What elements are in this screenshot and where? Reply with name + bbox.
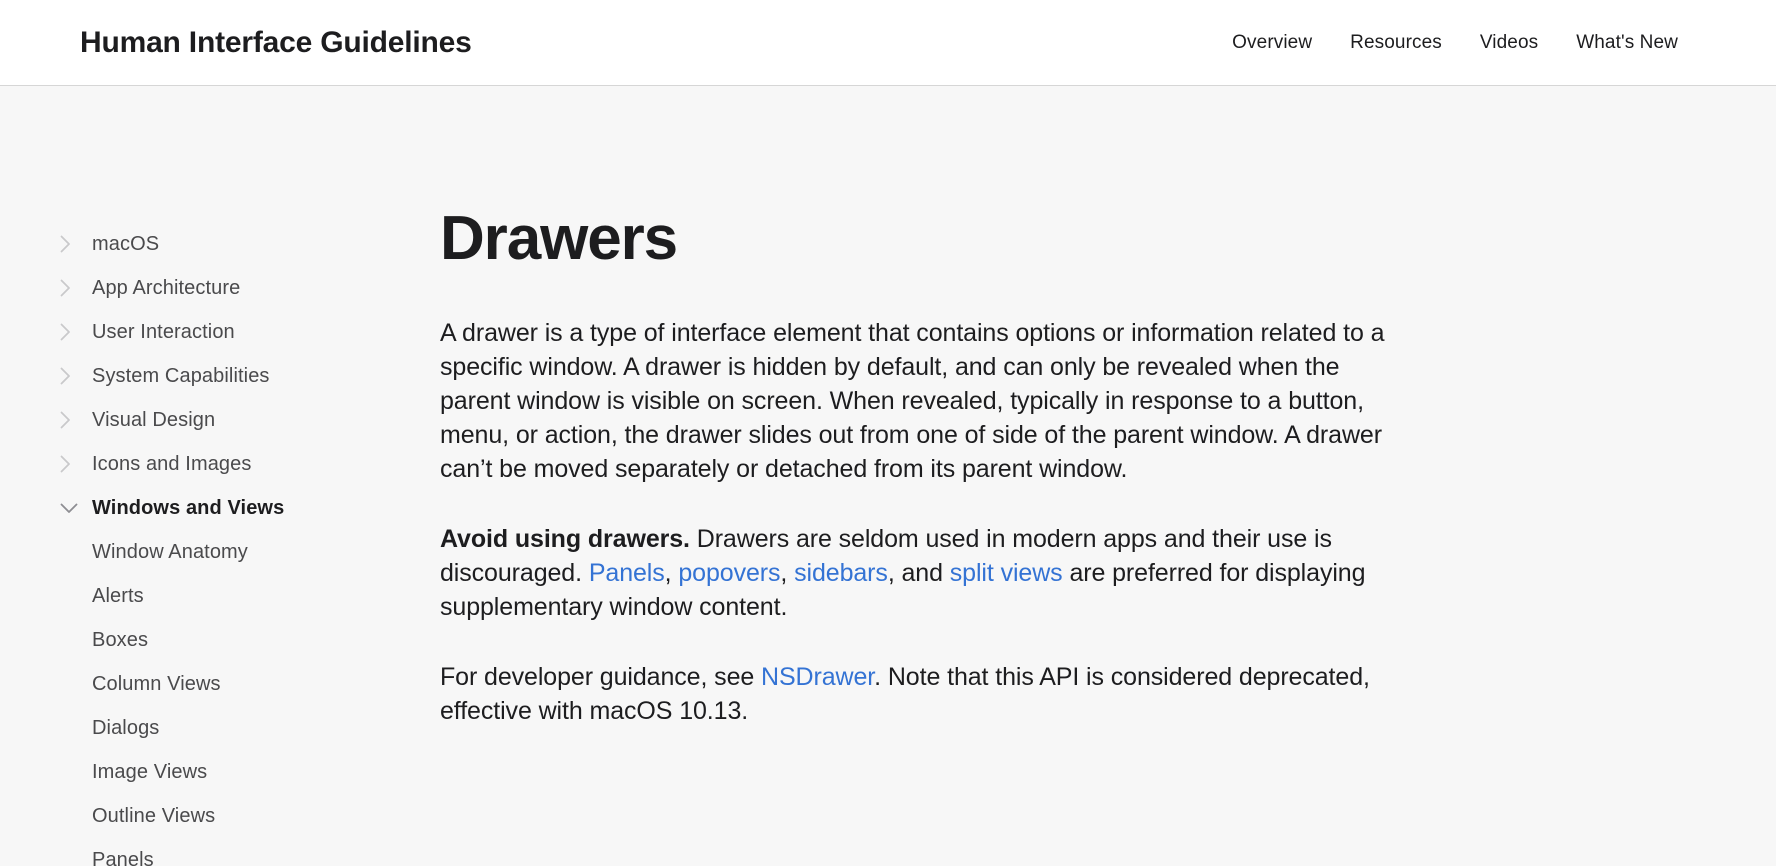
doc-text: , bbox=[664, 558, 679, 587]
sidebar-item-app-architecture[interactable]: App Architecture bbox=[60, 266, 440, 310]
sidebar-subitem-window-anatomy[interactable]: Window Anatomy bbox=[92, 530, 440, 574]
chevron-down-icon bbox=[60, 503, 84, 514]
sidebar-item-visual-design[interactable]: Visual Design bbox=[60, 398, 440, 442]
sidebar-item-label: Visual Design bbox=[92, 409, 216, 431]
sidebar-item-label: Windows and Views bbox=[92, 497, 285, 519]
doc-paragraph-developer: For developer guidance, see NSDrawer. No… bbox=[440, 660, 1415, 728]
sidebar-subitem-image-views[interactable]: Image Views bbox=[92, 750, 440, 794]
sidebar-subitem-label: Panels bbox=[92, 849, 154, 866]
sidebar-subitem-label: Alerts bbox=[92, 585, 144, 607]
link-sidebars[interactable]: sidebars bbox=[794, 559, 888, 587]
page-title: Human Interface Guidelines bbox=[80, 25, 472, 59]
sidebar-subitem-label: Image Views bbox=[92, 761, 208, 783]
site-header: Human Interface Guidelines Overview Reso… bbox=[0, 0, 1776, 86]
sidebar-subitem-label: Window Anatomy bbox=[92, 541, 248, 563]
chevron-right-icon bbox=[60, 455, 84, 473]
sidebar-subitem-outline-views[interactable]: Outline Views bbox=[92, 794, 440, 838]
sidebar-subitem-label: Dialogs bbox=[92, 717, 160, 739]
header-nav: Overview Resources Videos What's New bbox=[1232, 32, 1738, 54]
nav-link-resources[interactable]: Resources bbox=[1350, 32, 1442, 54]
doc-title: Drawers bbox=[440, 204, 678, 273]
sidebar-nav-list: macOS App Architecture User Interaction … bbox=[60, 222, 440, 530]
sidebar-item-user-interaction[interactable]: User Interaction bbox=[60, 310, 440, 354]
link-popovers[interactable]: popovers bbox=[678, 559, 780, 587]
nav-link-overview[interactable]: Overview bbox=[1232, 32, 1312, 54]
link-split-views[interactable]: split views bbox=[950, 559, 1063, 587]
sidebar-subitem-label: Outline Views bbox=[92, 805, 216, 827]
chevron-right-icon bbox=[60, 323, 84, 341]
sidebar-subitem-alerts[interactable]: Alerts bbox=[92, 574, 440, 618]
sidebar-sublist-windows-and-views: Window Anatomy Alerts Boxes Column Views… bbox=[60, 530, 440, 866]
sidebar-subitem-label: Column Views bbox=[92, 673, 221, 695]
sidebar-subitem-boxes[interactable]: Boxes bbox=[92, 618, 440, 662]
chevron-right-icon bbox=[60, 411, 84, 429]
link-nsdrawer[interactable]: NSDrawer bbox=[761, 663, 874, 691]
sidebar-item-label: User Interaction bbox=[92, 321, 235, 343]
chevron-right-icon bbox=[60, 235, 84, 253]
sidebar: macOS App Architecture User Interaction … bbox=[0, 86, 440, 866]
doc-paragraph-intro: A drawer is a type of interface element … bbox=[440, 318, 1385, 483]
nav-link-whats-new[interactable]: What's New bbox=[1576, 32, 1678, 54]
sidebar-item-label: App Architecture bbox=[92, 277, 241, 299]
doc-text: For developer guidance, see bbox=[440, 662, 762, 691]
sidebar-item-label: Icons and Images bbox=[92, 453, 252, 475]
sidebar-subitem-column-views[interactable]: Column Views bbox=[92, 662, 440, 706]
sidebar-item-icons-and-images[interactable]: Icons and Images bbox=[60, 442, 440, 486]
sidebar-item-label: macOS bbox=[92, 233, 160, 255]
doc-text: , bbox=[780, 558, 795, 587]
sidebar-item-system-capabilities[interactable]: System Capabilities bbox=[60, 354, 440, 398]
sidebar-item-macos[interactable]: macOS bbox=[60, 222, 440, 266]
sidebar-subitem-dialogs[interactable]: Dialogs bbox=[92, 706, 440, 750]
doc-paragraph-avoid: Avoid using drawers. Drawers are seldom … bbox=[440, 522, 1415, 624]
chevron-right-icon bbox=[60, 279, 84, 297]
link-panels[interactable]: Panels bbox=[589, 559, 665, 587]
doc-text: , and bbox=[887, 558, 950, 587]
doc-paragraph-lead: Avoid using drawers. bbox=[440, 524, 690, 553]
main-content: Drawers A drawer is a type of interface … bbox=[440, 86, 1550, 728]
sidebar-item-windows-and-views[interactable]: Windows and Views bbox=[60, 486, 440, 530]
sidebar-subitem-panels[interactable]: Panels bbox=[92, 838, 440, 866]
chevron-right-icon bbox=[60, 367, 84, 385]
sidebar-subitem-label: Boxes bbox=[92, 629, 149, 651]
page-body: macOS App Architecture User Interaction … bbox=[0, 86, 1776, 866]
sidebar-item-label: System Capabilities bbox=[92, 365, 270, 387]
nav-link-videos[interactable]: Videos bbox=[1480, 32, 1538, 54]
